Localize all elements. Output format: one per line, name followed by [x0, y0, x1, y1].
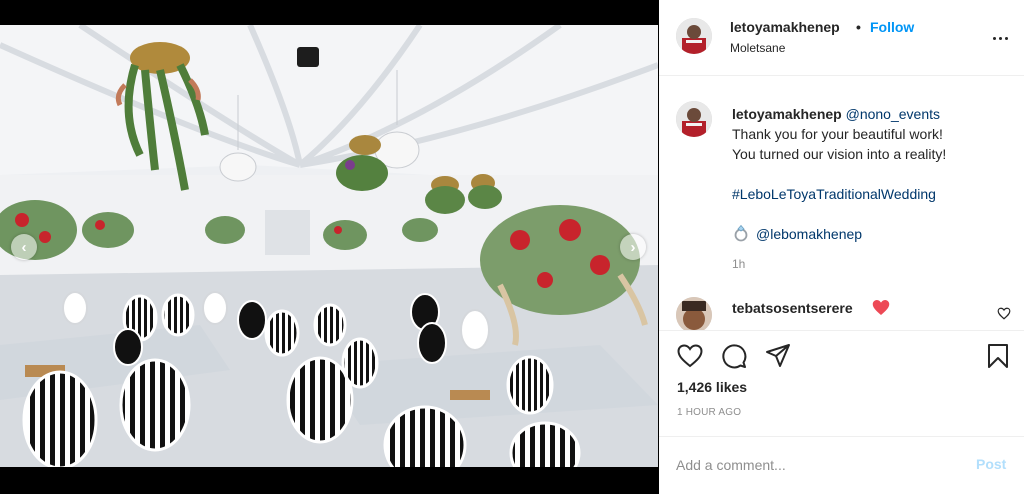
comment-like-heart-icon[interactable] [997, 307, 1011, 320]
comment-bubble-icon[interactable] [721, 343, 747, 369]
carousel-prev-button[interactable]: ‹ [11, 234, 37, 260]
post-header: letoyamakhenep • Follow Moletsane [659, 0, 1024, 76]
more-options-icon[interactable] [989, 27, 1011, 49]
caption-line-2: You turned our vision into a reality! [732, 146, 947, 162]
paper-plane-icon[interactable] [765, 343, 791, 369]
carousel-next-button[interactable]: › [620, 234, 646, 260]
post-location[interactable]: Moletsane [730, 41, 785, 55]
wedding-tent-photo [0, 25, 658, 467]
caption-author-avatar[interactable] [676, 101, 712, 137]
chevron-right-icon: › [630, 238, 636, 256]
commenter-avatar[interactable] [676, 297, 712, 330]
post-comment-button[interactable]: Post [976, 456, 1006, 472]
red-heart-emoji-icon [872, 300, 890, 315]
heart-outline-icon[interactable] [677, 343, 703, 369]
caption-tag[interactable]: @lebomakhenep [756, 226, 862, 242]
comment-username[interactable]: tebatsosentserere [732, 300, 853, 316]
caption-timestamp[interactable]: 1h [732, 257, 745, 271]
follow-button[interactable]: Follow [870, 19, 914, 35]
caption-line-1: Thank you for your beautiful work! [732, 126, 943, 142]
caption-username[interactable]: letoyamakhenep [732, 106, 842, 122]
post-sidebar: letoyamakhenep • Follow Moletsane letoya… [659, 0, 1024, 494]
comment-input[interactable] [676, 453, 966, 477]
diamond-ring-icon [734, 224, 748, 242]
caption: letoyamakhenep @nono_events Thank you fo… [732, 104, 1012, 244]
caption-hashtag[interactable]: #LeboLeToyaTraditionalWedding [732, 184, 1012, 204]
add-comment-bar: Post [659, 436, 1024, 494]
bookmark-icon[interactable] [985, 343, 1011, 369]
post-timestamp[interactable]: 1 HOUR AGO [677, 407, 741, 418]
caption-mention[interactable]: @nono_events [846, 106, 940, 122]
post-actions: 1,426 likes 1 HOUR AGO [659, 330, 1024, 436]
likes-count[interactable]: 1,426 likes [677, 379, 747, 395]
author-avatar[interactable] [676, 18, 712, 54]
author-username[interactable]: letoyamakhenep [730, 19, 840, 35]
chevron-left-icon: ‹ [21, 238, 27, 256]
comments-section: letoyamakhenep @nono_events Thank you fo… [659, 77, 1024, 330]
separator-dot: • [856, 19, 861, 35]
post-media: ‹ › [0, 0, 658, 494]
post-photo[interactable] [0, 25, 658, 467]
